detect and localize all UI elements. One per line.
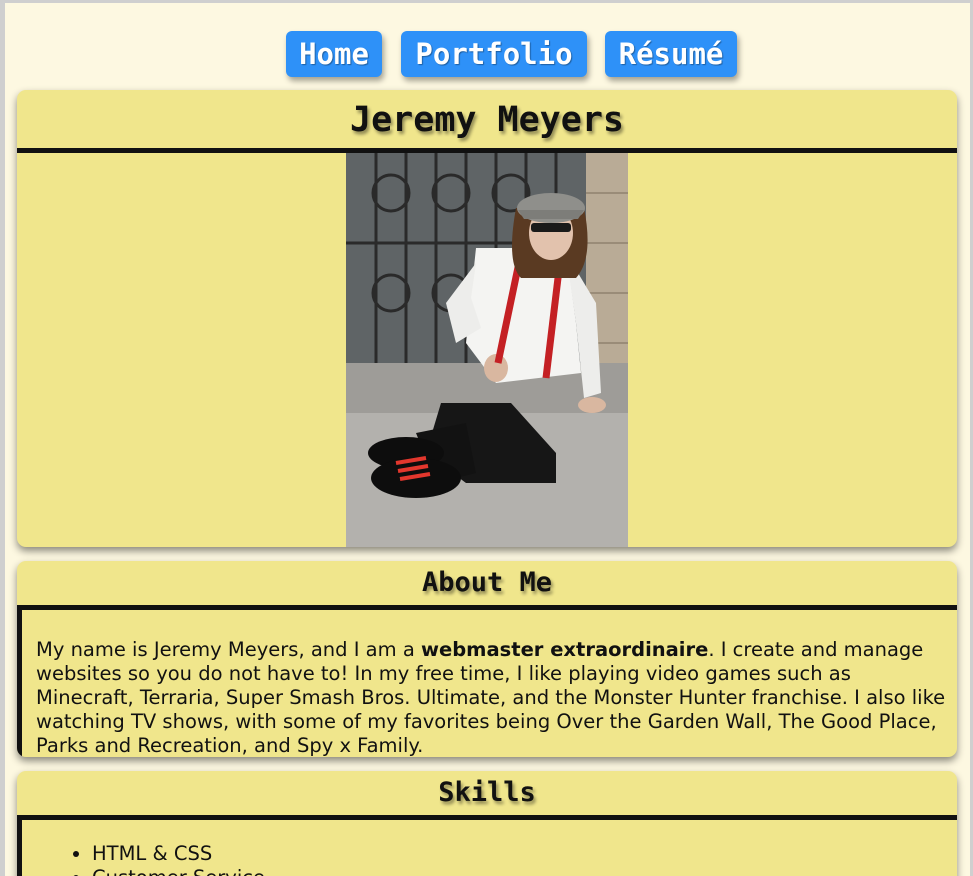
profile-card: Jeremy Meyers bbox=[17, 90, 957, 547]
skills-left-border bbox=[17, 820, 22, 876]
nav-resume-button[interactable]: Résumé bbox=[605, 31, 737, 77]
skills-card: Skills HTML & CSS Customer Service bbox=[17, 771, 957, 876]
about-divider bbox=[17, 605, 957, 610]
about-text: My name is Jeremy Meyers, and I am a web… bbox=[36, 638, 946, 757]
about-text-bold: webmaster extraordinaire bbox=[420, 638, 709, 661]
nav-home-button[interactable]: Home bbox=[286, 31, 382, 77]
profile-name: Jeremy Meyers bbox=[350, 100, 624, 140]
skills-list: HTML & CSS Customer Service bbox=[92, 842, 265, 876]
main-nav: Home Portfolio Résumé bbox=[5, 31, 970, 77]
about-heading: About Me bbox=[421, 567, 553, 598]
about-text-intro: My name is Jeremy Meyers, and I am a bbox=[36, 638, 421, 661]
skill-item: HTML & CSS bbox=[92, 842, 265, 866]
profile-photo bbox=[346, 153, 628, 547]
page: Home Portfolio Résumé Jeremy Meyers Abou… bbox=[5, 3, 970, 876]
skills-divider bbox=[17, 815, 957, 820]
skills-heading: Skills bbox=[438, 777, 536, 808]
about-card: About Me My name is Jeremy Meyers, and I… bbox=[17, 561, 957, 757]
skill-item: Customer Service bbox=[92, 866, 265, 876]
nav-portfolio-button[interactable]: Portfolio bbox=[401, 31, 587, 77]
about-left-border bbox=[17, 610, 22, 757]
